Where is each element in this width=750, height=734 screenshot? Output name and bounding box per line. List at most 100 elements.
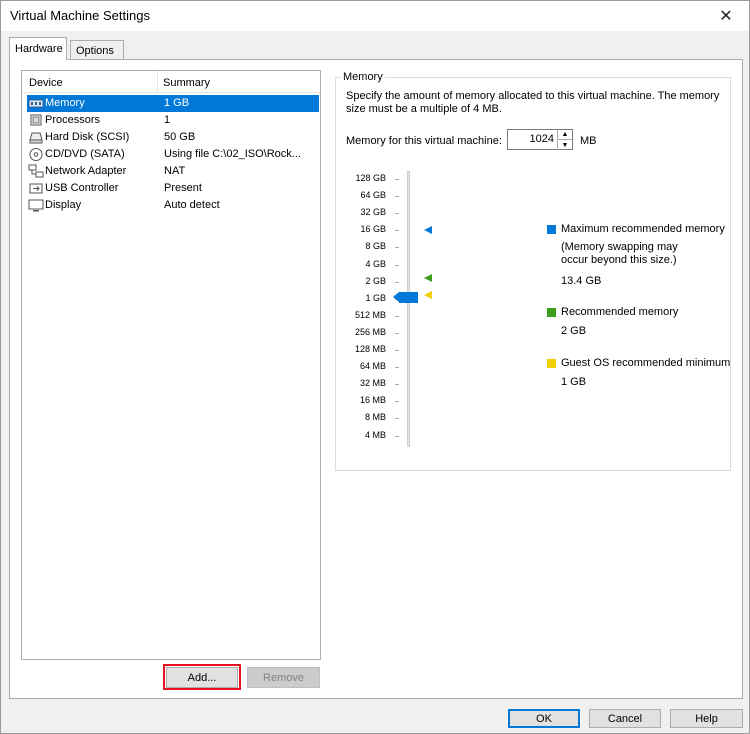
- minimum-label: Guest OS recommended minimum: [561, 357, 731, 369]
- column-header-device[interactable]: Device: [29, 77, 63, 89]
- memory-scale-tick: [395, 384, 399, 386]
- memory-scale-label: 256 MB: [354, 326, 386, 337]
- spin-down-icon[interactable]: ▼: [557, 140, 572, 150]
- device-row-hard-disk[interactable]: Hard Disk (SCSI) 50 GB: [27, 129, 319, 146]
- device-name: Memory: [45, 97, 85, 109]
- device-row-display[interactable]: Display Auto detect: [27, 197, 319, 214]
- device-summary: 1: [164, 114, 171, 126]
- memory-spinbox[interactable]: 1024 ▲ ▼: [507, 129, 573, 150]
- device-row-memory[interactable]: Memory 1 GB: [27, 95, 319, 112]
- recommended-swatch: [547, 308, 556, 317]
- column-separator: [157, 71, 158, 93]
- memory-scale-label: 16 GB: [360, 224, 386, 235]
- network-adapter-icon: [28, 164, 44, 178]
- memory-value[interactable]: 1024: [530, 133, 554, 145]
- device-summary: 50 GB: [164, 131, 196, 143]
- memory-scale-label: 8 GB: [365, 241, 386, 252]
- memory-scale-label: 4 GB: [365, 258, 386, 269]
- max-recommended-swatch: [547, 225, 556, 234]
- close-icon: ✕: [719, 8, 733, 25]
- minimum-marker-icon: [424, 291, 432, 299]
- memory-unit: MB: [580, 135, 597, 147]
- max-recommended-note: (Memory swapping may occur beyond this s…: [561, 241, 678, 266]
- tab-hardware[interactable]: Hardware: [9, 37, 67, 60]
- memory-slider-thumb[interactable]: [393, 292, 418, 303]
- memory-scale-tick: [395, 247, 399, 249]
- remove-button[interactable]: Remove: [247, 667, 320, 688]
- memory-scale-tick: [395, 401, 399, 403]
- device-summary: NAT: [164, 165, 186, 177]
- usb-icon: [29, 183, 43, 194]
- device-row-usb-controller[interactable]: USB Controller Present: [27, 180, 319, 197]
- minimum-value: 1 GB: [561, 376, 587, 388]
- tab-options[interactable]: Options: [70, 40, 124, 60]
- device-name: CD/DVD (SATA): [45, 148, 125, 160]
- memory-scale-label: 16 MB: [359, 395, 386, 406]
- memory-scale-tick: [395, 315, 399, 317]
- memory-scale-label: 64 GB: [360, 190, 386, 201]
- cancel-button[interactable]: Cancel: [589, 709, 661, 728]
- device-name: Display: [45, 199, 82, 211]
- memory-scale-tick: [395, 418, 399, 420]
- device-name: Hard Disk (SCSI): [45, 131, 130, 143]
- memory-scale-label: 128 MB: [354, 344, 386, 354]
- hardware-panel: Device Summary Memory 1 GB Processors 1 …: [9, 59, 743, 699]
- memory-scale-label: 1 GB: [365, 292, 386, 303]
- memory-scale-label: 4 MB: [364, 429, 386, 440]
- device-row-processors[interactable]: Processors 1: [27, 112, 319, 129]
- memory-scale-tick: [395, 264, 399, 266]
- close-button[interactable]: ✕: [703, 1, 749, 31]
- memory-group: Memory Specify the amount of memory allo…: [335, 71, 731, 471]
- memory-scale-label: 8 MB: [364, 412, 386, 423]
- recommended-marker-icon: [424, 274, 432, 282]
- memory-scale-tick: [395, 230, 399, 232]
- ok-button[interactable]: OK: [508, 709, 580, 728]
- help-button[interactable]: Help: [670, 709, 743, 728]
- memory-scale-label: 64 MB: [359, 361, 386, 372]
- spin-up-icon[interactable]: ▲: [557, 130, 572, 140]
- add-button[interactable]: Add...: [166, 667, 238, 688]
- processor-icon: [30, 114, 42, 126]
- device-list[interactable]: Device Summary Memory 1 GB Processors 1 …: [21, 70, 321, 660]
- memory-scale-label: 32 GB: [360, 207, 386, 218]
- device-name: Network Adapter: [45, 165, 127, 177]
- memory-slider-track[interactable]: [407, 171, 410, 447]
- memory-scale-label: 512 MB: [354, 309, 386, 320]
- memory-scale-tick: [395, 213, 399, 215]
- memory-scale-label: 32 MB: [359, 378, 386, 389]
- memory-scale-label: 128 GB: [355, 173, 386, 183]
- memory-scale-tick: [395, 350, 399, 351]
- device-row-network-adapter[interactable]: Network Adapter NAT: [27, 163, 319, 180]
- device-summary: Present: [164, 182, 202, 194]
- device-name: USB Controller: [45, 182, 119, 194]
- device-name: Processors: [45, 114, 101, 126]
- memory-scale-tick: [395, 367, 399, 369]
- hard-disk-icon: [29, 132, 43, 144]
- memory-scale-tick: [395, 179, 399, 180]
- column-header-summary[interactable]: Summary: [163, 77, 210, 89]
- minimum-swatch: [547, 359, 556, 368]
- memory-scale-tick: [395, 332, 399, 334]
- display-icon: [28, 199, 44, 212]
- memory-scale-tick: [395, 435, 399, 437]
- window-title: Virtual Machine Settings: [10, 8, 150, 23]
- recommended-value: 2 GB: [561, 325, 587, 337]
- device-summary: Auto detect: [164, 199, 220, 211]
- memory-scale-label: 2 GB: [365, 275, 386, 286]
- memory-field-label: Memory for this virtual machine:: [346, 135, 502, 147]
- device-summary: 1 GB: [164, 97, 190, 109]
- cd-dvd-icon: [29, 148, 43, 161]
- recommended-label: Recommended memory: [561, 306, 679, 318]
- list-header: Device Summary: [22, 71, 320, 93]
- max-recommended-label: Maximum recommended memory: [561, 223, 725, 235]
- max-recommended-marker-icon: [424, 226, 432, 234]
- title-bar: Virtual Machine Settings ✕: [1, 1, 749, 31]
- memory-description: Specify the amount of memory allocated t…: [346, 90, 720, 115]
- max-recommended-value: 13.4 GB: [561, 275, 602, 287]
- memory-scale-tick: [395, 196, 399, 198]
- device-summary: Using file C:\02_ISO\Rock...: [164, 148, 301, 160]
- device-row-cd-dvd[interactable]: CD/DVD (SATA) Using file C:\02_ISO\Rock.…: [27, 146, 319, 163]
- memory-scale-tick: [395, 281, 399, 283]
- memory-group-title: Memory: [341, 71, 385, 83]
- memory-icon: [28, 99, 44, 108]
